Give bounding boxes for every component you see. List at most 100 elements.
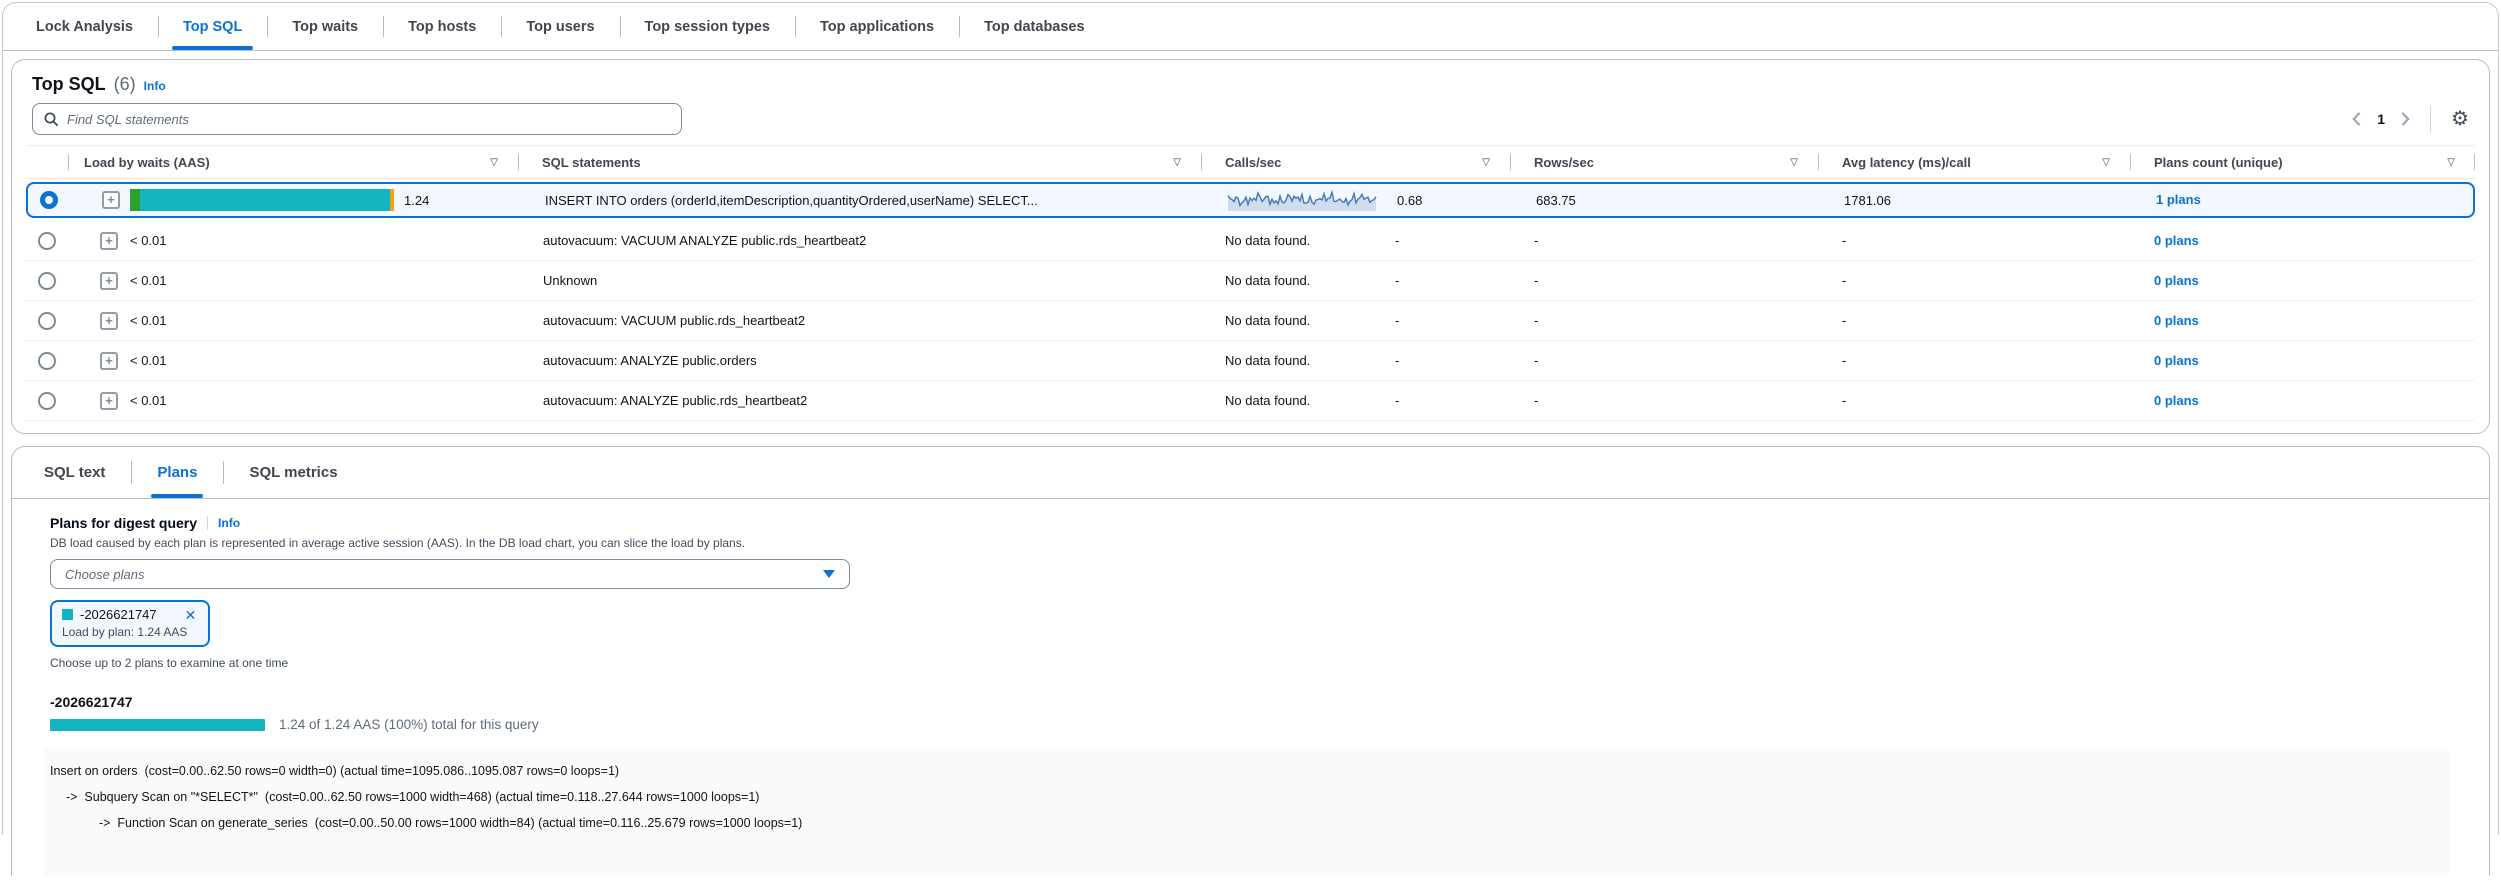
row-radio[interactable] — [38, 392, 56, 410]
tab-top-applications[interactable]: Top applications — [795, 3, 959, 50]
search-input[interactable] — [67, 112, 671, 127]
expand-row-icon[interactable]: + — [100, 392, 118, 410]
plans-info-link[interactable]: Info — [218, 516, 240, 530]
choose-plans-placeholder: Choose plans — [65, 567, 145, 582]
plans-count-link[interactable]: 0 plans — [2154, 273, 2199, 288]
tab-top-sql[interactable]: Top SQL — [158, 3, 267, 50]
plan-line: Insert on orders (cost=0.00..62.50 rows=… — [50, 758, 2439, 784]
tab-top-waits[interactable]: Top waits — [267, 3, 383, 50]
col-label-plans: Plans count (unique) — [2154, 155, 2283, 170]
filter-icon[interactable]: ▽ — [490, 157, 498, 168]
tab-sql-metrics[interactable]: SQL metrics — [223, 447, 363, 498]
tab-top-session-types[interactable]: Top session types — [620, 3, 795, 50]
tab-top-databases[interactable]: Top databases — [959, 3, 1109, 50]
expand-row-icon[interactable]: + — [100, 272, 118, 290]
table-row[interactable]: + < 0.01 autovacuum: ANALYZE public.orde… — [26, 341, 2475, 381]
plans-section-title: Plans for digest query — [50, 515, 197, 531]
rows-per-sec-value: - — [1510, 273, 1818, 288]
avg-latency-value: - — [1818, 273, 2130, 288]
col-label-rows: Rows/sec — [1534, 155, 1594, 170]
filter-icon[interactable]: ▽ — [2102, 157, 2110, 168]
col-label-sql: SQL statements — [542, 155, 641, 170]
plans-count-link[interactable]: 1 plans — [2156, 192, 2201, 207]
col-header-latency: Avg latency (ms)/call ▽ — [1818, 146, 2130, 178]
sql-statement-link[interactable]: Unknown — [543, 273, 597, 288]
top-sql-info-link[interactable]: Info — [144, 79, 166, 93]
page-number[interactable]: 1 — [2377, 111, 2385, 127]
tab-sql-text[interactable]: SQL text — [18, 447, 131, 498]
plan-line: -> Function Scan on generate_series (cos… — [50, 810, 2439, 836]
calls-value: - — [1395, 393, 1399, 408]
plans-count-link[interactable]: 0 plans — [2154, 353, 2199, 368]
load-value: < 0.01 — [130, 273, 167, 288]
rows-per-sec-value: - — [1510, 353, 1818, 368]
plans-hint: Choose up to 2 plans to examine at one t… — [50, 656, 2449, 670]
pagination: 1 ⚙ — [2352, 106, 2469, 132]
dimension-tabs: Lock Analysis Top SQL Top waits Top host… — [3, 3, 2498, 51]
choose-plans-select[interactable]: Choose plans — [50, 559, 850, 589]
sql-statement-link[interactable]: autovacuum: ANALYZE public.rds_heartbeat… — [543, 393, 807, 408]
plans-count-link[interactable]: 0 plans — [2154, 233, 2199, 248]
settings-gear-icon[interactable]: ⚙ — [2451, 109, 2469, 129]
plan-load-bar — [50, 719, 265, 731]
sql-statement-link[interactable]: INSERT INTO orders (orderId,itemDescript… — [545, 193, 1038, 208]
plans-description: DB load caused by each plan is represent… — [50, 536, 2449, 550]
chevron-down-icon — [823, 570, 835, 578]
no-data-label: No data found. — [1225, 273, 1310, 288]
table-row[interactable]: + < 0.01 autovacuum: ANALYZE public.rds_… — [26, 381, 2475, 421]
row-radio[interactable] — [38, 272, 56, 290]
filter-icon[interactable]: ▽ — [1482, 157, 1490, 168]
sql-statement-link[interactable]: autovacuum: ANALYZE public.orders — [543, 353, 757, 368]
calls-value: - — [1395, 233, 1399, 248]
expand-row-icon[interactable]: + — [100, 352, 118, 370]
row-radio-selected[interactable] — [40, 191, 58, 209]
rows-per-sec-value: 683.75 — [1512, 193, 1820, 208]
execution-plan-output: Insert on orders (cost=0.00..62.50 rows=… — [44, 749, 2449, 876]
col-header-plans: Plans count (unique) ▽ — [2130, 146, 2475, 178]
calls-value: - — [1395, 313, 1399, 328]
rows-per-sec-value: - — [1510, 313, 1818, 328]
filter-icon[interactable]: ▽ — [1173, 157, 1181, 168]
row-radio[interactable] — [38, 232, 56, 250]
table-row[interactable]: + < 0.01 Unknown No data found. - - - 0 … — [26, 261, 2475, 301]
title-divider — [207, 516, 208, 530]
no-data-label: No data found. — [1225, 353, 1310, 368]
row-radio[interactable] — [38, 352, 56, 370]
expand-row-icon[interactable]: + — [102, 191, 120, 209]
rows-per-sec-value: - — [1510, 233, 1818, 248]
avg-latency-value: 1781.06 — [1820, 193, 2132, 208]
avg-latency-value: - — [1818, 393, 2130, 408]
toolbar-divider — [2430, 106, 2431, 132]
plans-count-link[interactable]: 0 plans — [2154, 313, 2199, 328]
calls-value: - — [1395, 273, 1399, 288]
table-row[interactable]: + < 0.01 autovacuum: VACUUM ANALYZE publ… — [26, 221, 2475, 261]
plans-count-link[interactable]: 0 plans — [2154, 393, 2199, 408]
expand-row-icon[interactable]: + — [100, 232, 118, 250]
search-icon — [43, 111, 59, 127]
expand-row-icon[interactable]: + — [100, 312, 118, 330]
sql-statement-link[interactable]: autovacuum: VACUUM ANALYZE public.rds_he… — [543, 233, 866, 248]
no-data-label: No data found. — [1225, 233, 1310, 248]
selected-plan-chip: -2026621747 ✕ Load by plan: 1.24 AAS — [50, 600, 210, 647]
tab-plans[interactable]: Plans — [131, 447, 223, 498]
tab-top-hosts[interactable]: Top hosts — [383, 3, 501, 50]
top-sql-card: Top SQL (6) Info 1 — [11, 59, 2490, 434]
sql-search-box — [32, 103, 682, 135]
avg-latency-value: - — [1818, 353, 2130, 368]
prev-page-button[interactable] — [2352, 112, 2361, 126]
next-page-button[interactable] — [2401, 112, 2410, 126]
sql-statement-link[interactable]: autovacuum: VACUUM public.rds_heartbeat2 — [543, 313, 805, 328]
table-header: Load by waits (AAS) ▽ SQL statements ▽ C… — [26, 145, 2475, 179]
plan-line: -> Subquery Scan on "*SELECT*" (cost=0.0… — [50, 784, 2439, 810]
filter-icon[interactable]: ▽ — [2447, 157, 2455, 168]
row-radio[interactable] — [38, 312, 56, 330]
table-row[interactable]: + 1.24 INSERT INTO orders (orderId,itemD… — [26, 182, 2475, 218]
tab-top-users[interactable]: Top users — [501, 3, 619, 50]
tab-lock-analysis[interactable]: Lock Analysis — [11, 3, 158, 50]
filter-icon[interactable]: ▽ — [1790, 157, 1798, 168]
plan-id-heading: -2026621747 — [50, 694, 2449, 710]
load-value: < 0.01 — [130, 313, 167, 328]
table-row[interactable]: + < 0.01 autovacuum: VACUUM public.rds_h… — [26, 301, 2475, 341]
sql-details-card: SQL text Plans SQL metrics Plans for dig… — [11, 446, 2490, 876]
dismiss-chip-icon[interactable]: ✕ — [185, 608, 197, 622]
